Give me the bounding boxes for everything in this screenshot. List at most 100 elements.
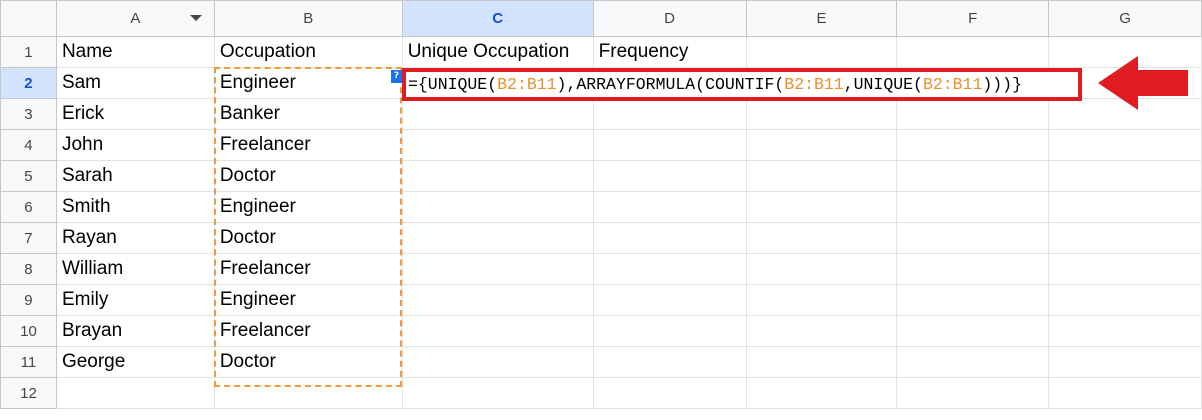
row-header[interactable]: 12	[0, 377, 57, 409]
cell-g8[interactable]	[1048, 253, 1202, 285]
table-row: 12	[0, 377, 1202, 409]
cell-f8[interactable]	[896, 253, 1050, 285]
cell-c7[interactable]	[401, 222, 594, 254]
cell-d6[interactable]	[592, 191, 747, 223]
row-header[interactable]: 5	[0, 160, 57, 192]
table-row: 3 Erick Banker	[0, 98, 1202, 130]
formula-help-icon[interactable]: ?	[391, 70, 402, 83]
cell-d7[interactable]	[592, 222, 747, 254]
cell-g5[interactable]	[1048, 160, 1202, 192]
row-header[interactable]: 11	[0, 346, 57, 378]
cell-e10[interactable]	[745, 315, 898, 347]
cell-c5[interactable]	[401, 160, 594, 192]
range-reference: B2:B11	[497, 75, 557, 94]
row-header[interactable]: 4	[0, 129, 57, 161]
cell-d1[interactable]: Frequency	[592, 36, 747, 68]
cell-e7[interactable]	[745, 222, 898, 254]
range-reference: B2:B11	[922, 75, 983, 94]
row-header[interactable]: 7	[0, 222, 57, 254]
cell-a8[interactable]: William	[55, 253, 215, 285]
cell-a10[interactable]: Brayan	[55, 315, 215, 347]
cell-e8[interactable]	[745, 253, 898, 285]
cell-f1[interactable]	[896, 36, 1050, 68]
table-row: 7 Rayan Doctor	[0, 222, 1202, 254]
cell-d8[interactable]	[592, 253, 747, 285]
cell-c11[interactable]	[401, 346, 594, 378]
cell-f11[interactable]	[896, 346, 1050, 378]
cell-a9[interactable]: Emily	[55, 284, 215, 316]
cell-e12[interactable]	[745, 377, 898, 409]
cell-g7[interactable]	[1048, 222, 1202, 254]
row-header[interactable]: 3	[0, 98, 57, 130]
cell-e6[interactable]	[745, 191, 898, 223]
cell-a12[interactable]	[55, 377, 215, 409]
cell-a3[interactable]: Erick	[55, 98, 215, 130]
cell-d11[interactable]	[592, 346, 747, 378]
row-header[interactable]: 1	[0, 36, 57, 68]
cell-d9[interactable]	[592, 284, 747, 316]
cell-g12[interactable]	[1048, 377, 1202, 409]
column-header-b[interactable]: B	[213, 0, 403, 37]
cell-d4[interactable]	[592, 129, 747, 161]
formula-text: ,UNIQUE(	[843, 75, 923, 94]
cell-c3[interactable]	[401, 98, 594, 130]
select-all-corner[interactable]	[0, 0, 57, 37]
cell-f12[interactable]	[896, 377, 1050, 409]
cell-f3[interactable]	[896, 98, 1050, 130]
cell-d3[interactable]	[592, 98, 747, 130]
cell-e3[interactable]	[745, 98, 898, 130]
cell-g11[interactable]	[1048, 346, 1202, 378]
row-header[interactable]: 6	[0, 191, 57, 223]
cell-a6[interactable]: Smith	[55, 191, 215, 223]
cell-e9[interactable]	[745, 284, 898, 316]
cell-e5[interactable]	[745, 160, 898, 192]
cell-a11[interactable]: George	[55, 346, 215, 378]
table-row: 5 Sarah Doctor	[0, 160, 1202, 192]
cell-a7[interactable]: Rayan	[55, 222, 215, 254]
cell-c8[interactable]	[401, 253, 594, 285]
cell-e11[interactable]	[745, 346, 898, 378]
column-header-d[interactable]: D	[592, 0, 747, 37]
cell-c10[interactable]	[401, 315, 594, 347]
cell-g4[interactable]	[1048, 129, 1202, 161]
cell-g10[interactable]	[1048, 315, 1202, 347]
column-header-c[interactable]: C	[401, 0, 594, 37]
cell-c1[interactable]: Unique Occupation	[401, 36, 594, 68]
row-header[interactable]: 9	[0, 284, 57, 316]
cell-c12[interactable]	[401, 377, 594, 409]
chevron-down-icon[interactable]	[189, 15, 202, 21]
cell-a4[interactable]: John	[55, 129, 215, 161]
column-header-e[interactable]: E	[745, 0, 898, 37]
cell-e4[interactable]	[745, 129, 898, 161]
cell-c6[interactable]	[401, 191, 594, 223]
cell-g9[interactable]	[1048, 284, 1202, 316]
cell-d10[interactable]	[592, 315, 747, 347]
spreadsheet-grid: A B C D E F G 1 Name Occupation Unique Occu…	[0, 0, 1202, 409]
cell-f9[interactable]	[896, 284, 1050, 316]
row-header[interactable]: 8	[0, 253, 57, 285]
cell-f10[interactable]	[896, 315, 1050, 347]
cell-c9[interactable]	[401, 284, 594, 316]
cell-f4[interactable]	[896, 129, 1050, 161]
cell-g6[interactable]	[1048, 191, 1202, 223]
row-header[interactable]: 2	[0, 67, 57, 99]
cell-a1[interactable]: Name	[55, 36, 215, 68]
column-header-f[interactable]: F	[896, 0, 1050, 37]
column-header-g[interactable]: G	[1048, 0, 1202, 37]
left-arrow-icon	[1098, 56, 1188, 110]
cell-a5[interactable]: Sarah	[55, 160, 215, 192]
cell-d5[interactable]	[592, 160, 747, 192]
column-header-a[interactable]: A	[55, 0, 215, 37]
formula-editor-cell-c2[interactable]: ={UNIQUE(B2:B11),ARRAYFORMULA(COUNTIF(B2…	[402, 68, 1082, 101]
cell-f6[interactable]	[896, 191, 1050, 223]
formula-text: ={UNIQUE(	[408, 75, 498, 94]
cell-c4[interactable]	[401, 129, 594, 161]
row-header[interactable]: 10	[0, 315, 57, 347]
cell-f7[interactable]	[896, 222, 1050, 254]
cell-d12[interactable]	[592, 377, 747, 409]
cell-b1[interactable]: Occupation	[213, 36, 403, 68]
cell-e1[interactable]	[745, 36, 898, 68]
cell-f5[interactable]	[896, 160, 1050, 192]
cell-a2[interactable]: Sam	[55, 67, 215, 99]
table-row: 11 George Doctor	[0, 346, 1202, 378]
